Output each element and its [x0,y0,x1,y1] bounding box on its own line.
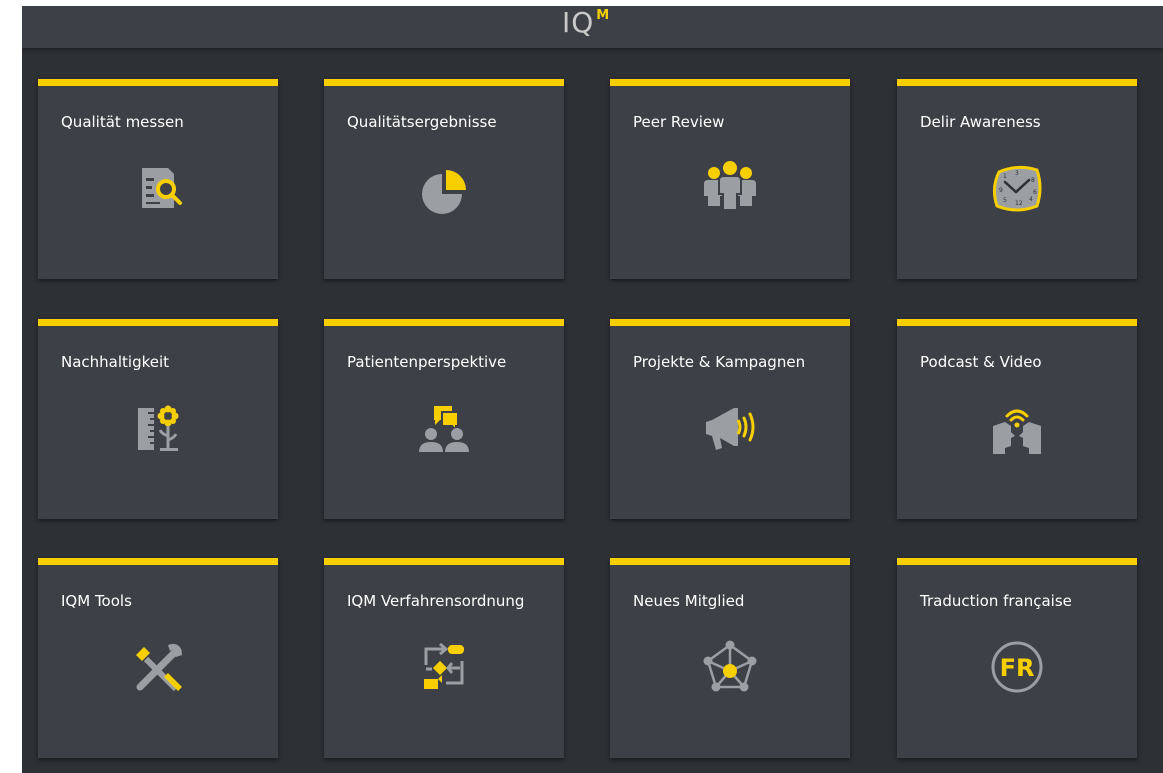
iqm-logo[interactable]: IQ M [562,6,609,42]
ruler-flower-icon [126,396,190,460]
tile-title: Qualität messen [61,113,184,131]
top-bar: IQ M [22,6,1163,48]
people-chat-icon [412,396,476,460]
faces-broadcast-icon [985,396,1049,460]
network-node-icon [698,635,762,699]
logo-text: IQ [562,6,595,39]
tile-delir-awareness[interactable]: Delir Awareness 3 1 8 6 9 5 12 4 [897,79,1137,279]
app-window: IQ M Qualität messen Qualitätsergebnisse [22,6,1163,773]
tile-title: Neues Mitglied [633,592,745,610]
tile-neues-mitglied[interactable]: Neues Mitglied [610,558,850,758]
document-search-icon [126,156,190,220]
tools-icon [126,635,190,699]
pie-chart-icon [412,156,476,220]
process-flow-icon [412,635,476,699]
tile-iqm-tools[interactable]: IQM Tools [38,558,278,758]
logo-superscript: M [596,8,610,23]
svg-text:6: 6 [1033,189,1037,196]
svg-text:8: 8 [1031,177,1035,184]
tile-title: Qualitätsergebnisse [347,113,497,131]
svg-text:12: 12 [1015,200,1023,207]
svg-text:3: 3 [1015,170,1019,177]
tile-projekte-kampagnen[interactable]: Projekte & Kampagnen [610,319,850,519]
tile-title: Peer Review [633,113,725,131]
tile-title: IQM Tools [61,592,132,610]
tile-title: Nachhaltigkeit [61,353,170,371]
tile-patientenperspektive[interactable]: Patientenperspektive [324,319,564,519]
svg-text:5: 5 [1003,197,1007,204]
tile-iqm-verfahrensordnung[interactable]: IQM Verfahrensordnung [324,558,564,758]
svg-text:1: 1 [1003,173,1007,180]
svg-text:FR: FR [1000,654,1035,682]
tile-qualitaet-messen[interactable]: Qualität messen [38,79,278,279]
tile-title: Projekte & Kampagnen [633,353,806,371]
svg-text:4: 4 [1029,196,1033,203]
tile-title: IQM Verfahrensordnung [347,592,525,610]
tile-podcast-video[interactable]: Podcast & Video [897,319,1137,519]
svg-text:9: 9 [999,187,1003,194]
tile-qualitaetsergebnisse[interactable]: Qualitätsergebnisse [324,79,564,279]
tile-title: Podcast & Video [920,353,1042,371]
tile-traduction-francaise[interactable]: Traduction française FR [897,558,1137,758]
tile-title: Patientenperspektive [347,353,507,371]
distorted-clock-icon: 3 1 8 6 9 5 12 4 [985,156,1049,220]
tile-peer-review[interactable]: Peer Review [610,79,850,279]
tile-title: Delir Awareness [920,113,1041,131]
tile-title: Traduction française [920,592,1072,610]
megaphone-icon [698,396,762,460]
tile-nachhaltigkeit[interactable]: Nachhaltigkeit [38,319,278,519]
fr-circle-icon: FR [985,635,1049,699]
people-group-icon [698,156,762,220]
